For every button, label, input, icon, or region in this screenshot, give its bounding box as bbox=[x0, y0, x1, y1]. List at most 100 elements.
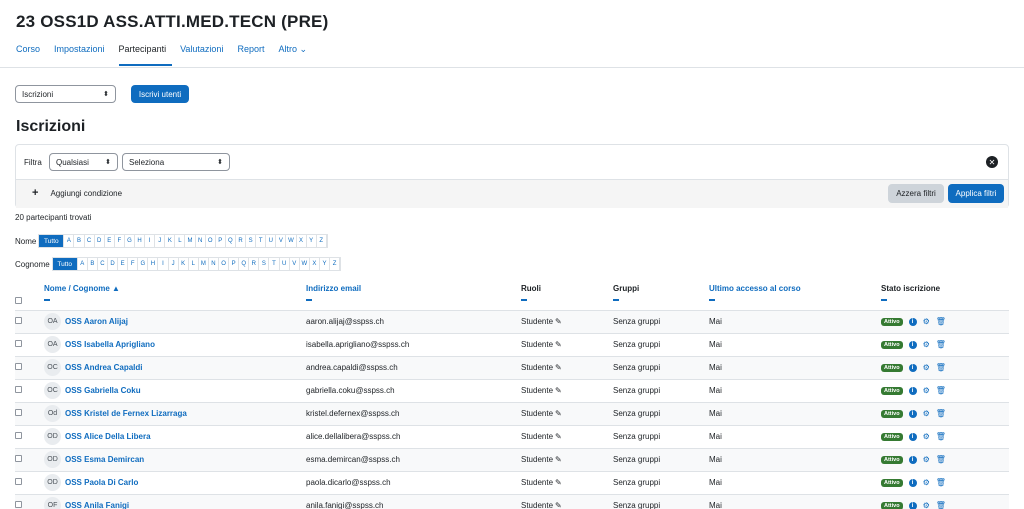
first-initial-letter[interactable]: V bbox=[276, 235, 287, 247]
filter-type-select[interactable]: Seleziona ⬍ bbox=[122, 153, 230, 171]
last-initial-letter[interactable]: Y bbox=[320, 258, 331, 270]
last-initial-letter[interactable]: U bbox=[280, 258, 290, 270]
row-checkbox[interactable] bbox=[15, 501, 22, 509]
participant-name-link[interactable]: OSS Kristel de Fernex Lizarraga bbox=[65, 409, 187, 418]
first-initial-letter[interactable]: D bbox=[95, 235, 105, 247]
match-select[interactable]: Qualsiasi ⬍ bbox=[49, 153, 118, 171]
last-initial-letter[interactable]: M bbox=[199, 258, 209, 270]
participant-name-link[interactable]: OSS Gabriella Coku bbox=[65, 386, 141, 395]
trash-icon[interactable]: 🗑 bbox=[936, 455, 946, 464]
first-initial-letter[interactable]: S bbox=[246, 235, 257, 247]
gear-icon[interactable]: ⚙ bbox=[923, 409, 930, 418]
info-icon[interactable]: i bbox=[908, 363, 917, 372]
trash-icon[interactable]: 🗑 bbox=[936, 386, 946, 395]
row-checkbox[interactable] bbox=[15, 432, 22, 439]
first-initial-letter[interactable]: Y bbox=[307, 235, 317, 247]
collapse-icon[interactable] bbox=[44, 299, 50, 301]
enrol-users-button[interactable]: Iscrivi utenti bbox=[131, 85, 189, 103]
first-initial-letter[interactable]: O bbox=[206, 235, 216, 247]
first-initial-letter[interactable]: U bbox=[266, 235, 277, 247]
apply-filters-button[interactable]: Applica filtri bbox=[948, 184, 1004, 203]
tab-altro[interactable]: Altro ⌄ bbox=[278, 44, 313, 66]
last-initial-letter[interactable]: V bbox=[290, 258, 300, 270]
last-initial-letter[interactable]: T bbox=[269, 258, 280, 270]
tab-partecipanti[interactable]: Partecipanti bbox=[118, 44, 173, 66]
row-checkbox[interactable] bbox=[15, 363, 22, 370]
info-icon[interactable]: i bbox=[908, 478, 917, 487]
trash-icon[interactable]: 🗑 bbox=[936, 317, 946, 326]
tab-valutazioni[interactable]: Valutazioni bbox=[180, 44, 229, 66]
info-icon[interactable]: i bbox=[908, 386, 917, 395]
first-initial-letter[interactable]: M bbox=[185, 235, 196, 247]
first-initial-letter[interactable]: C bbox=[85, 235, 95, 247]
info-icon[interactable]: i bbox=[908, 432, 917, 441]
last-initial-letter[interactable]: S bbox=[259, 258, 270, 270]
first-initial-letter[interactable]: X bbox=[297, 235, 307, 247]
last-initial-letter[interactable]: L bbox=[189, 258, 199, 270]
first-initial-letter[interactable]: H bbox=[135, 235, 146, 247]
first-initial-letter[interactable]: Q bbox=[226, 235, 236, 247]
pencil-icon[interactable]: ✎ bbox=[555, 317, 562, 326]
tab-report[interactable]: Report bbox=[237, 44, 270, 66]
row-checkbox[interactable] bbox=[15, 478, 22, 485]
last-initial-letter[interactable]: N bbox=[209, 258, 219, 270]
participant-name-link[interactable]: OSS Alice Della Libera bbox=[65, 432, 151, 441]
trash-icon[interactable]: 🗑 bbox=[936, 432, 946, 441]
pencil-icon[interactable]: ✎ bbox=[555, 340, 562, 349]
first-initial-letter[interactable]: B bbox=[74, 235, 85, 247]
participant-name-link[interactable]: OSS Aaron Alijaj bbox=[65, 317, 128, 326]
last-initial-letter[interactable]: I bbox=[158, 258, 169, 270]
info-icon[interactable]: i bbox=[908, 317, 917, 326]
collapse-icon[interactable] bbox=[881, 299, 887, 301]
last-initial-letter[interactable]: H bbox=[148, 258, 159, 270]
tab-impostazioni[interactable]: Impostazioni bbox=[54, 44, 111, 66]
last-initial-letter[interactable]: D bbox=[108, 258, 119, 270]
pencil-icon[interactable]: ✎ bbox=[555, 501, 562, 509]
participant-name-link[interactable]: OSS Isabella Aprigliano bbox=[65, 340, 155, 349]
participant-name-link[interactable]: OSS Paola Di Carlo bbox=[65, 478, 138, 487]
pencil-icon[interactable]: ✎ bbox=[555, 455, 562, 464]
first-initial-letter[interactable]: R bbox=[236, 235, 247, 247]
select-all-checkbox[interactable] bbox=[15, 296, 22, 304]
pencil-icon[interactable]: ✎ bbox=[555, 386, 562, 395]
participant-name-link[interactable]: OSS Andrea Capaldi bbox=[65, 363, 143, 372]
last-initial-letter[interactable]: W bbox=[300, 258, 310, 270]
last-initial-letter[interactable]: X bbox=[310, 258, 320, 270]
reset-filters-button[interactable]: Azzera filtri bbox=[888, 184, 944, 203]
trash-icon[interactable]: 🗑 bbox=[936, 340, 946, 349]
last-initial-letter[interactable]: K bbox=[179, 258, 189, 270]
first-initial-letter[interactable]: L bbox=[175, 235, 186, 247]
tab-corso[interactable]: Corso bbox=[16, 44, 46, 66]
gear-icon[interactable]: ⚙ bbox=[923, 501, 930, 509]
participant-name-link[interactable]: OSS Anila Fanigi bbox=[65, 501, 129, 509]
header-email[interactable]: Indirizzo email bbox=[306, 280, 521, 310]
first-initial-letter[interactable]: W bbox=[286, 235, 297, 247]
gear-icon[interactable]: ⚙ bbox=[923, 340, 930, 349]
first-initial-letter[interactable]: I bbox=[145, 235, 156, 247]
row-checkbox[interactable] bbox=[15, 317, 22, 324]
view-select[interactable]: Iscrizioni ⬍ bbox=[15, 85, 116, 103]
first-initial-letter[interactable]: K bbox=[165, 235, 176, 247]
pencil-icon[interactable]: ✎ bbox=[555, 363, 562, 372]
participant-name-link[interactable]: OSS Esma Demircan bbox=[65, 455, 144, 464]
trash-icon[interactable]: 🗑 bbox=[936, 363, 946, 372]
collapse-icon[interactable] bbox=[613, 299, 619, 301]
pencil-icon[interactable]: ✎ bbox=[555, 478, 562, 487]
add-condition-button[interactable]: + Aggiungi condizione bbox=[32, 188, 122, 199]
row-checkbox[interactable] bbox=[15, 340, 22, 347]
last-initial-letter[interactable]: Z bbox=[330, 258, 341, 270]
row-checkbox[interactable] bbox=[15, 409, 22, 416]
pencil-icon[interactable]: ✎ bbox=[555, 409, 562, 418]
first-initial-letter[interactable]: J bbox=[155, 235, 166, 247]
last-initial-all[interactable]: Tutto bbox=[52, 258, 78, 270]
header-name[interactable]: Nome / Cognome ▲ bbox=[44, 280, 306, 310]
info-icon[interactable]: i bbox=[908, 409, 917, 418]
first-initial-letter[interactable]: F bbox=[115, 235, 125, 247]
first-initial-letter[interactable]: E bbox=[105, 235, 115, 247]
last-initial-letter[interactable]: P bbox=[229, 258, 240, 270]
last-initial-letter[interactable]: G bbox=[138, 258, 149, 270]
first-initial-letter[interactable]: N bbox=[196, 235, 206, 247]
first-initial-letter[interactable]: T bbox=[256, 235, 267, 247]
gear-icon[interactable]: ⚙ bbox=[923, 386, 930, 395]
last-initial-letter[interactable]: C bbox=[98, 258, 108, 270]
